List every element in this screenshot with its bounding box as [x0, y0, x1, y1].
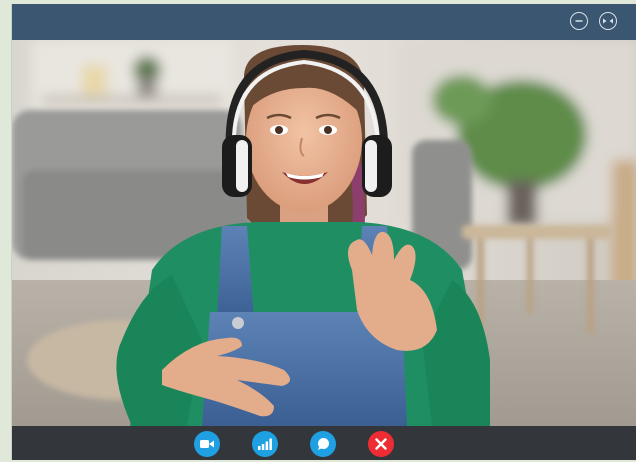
chat-button[interactable] [310, 431, 336, 457]
connection-quality-button[interactable] [252, 431, 278, 457]
video-camera-icon [200, 440, 214, 448]
end-call-button[interactable] [368, 431, 394, 457]
restore-button[interactable] [599, 12, 617, 30]
chat-bubble-icon [318, 438, 329, 450]
remote-participant-video [12, 40, 636, 426]
video-call-window [11, 4, 636, 460]
video-toggle-button[interactable] [194, 431, 220, 457]
title-bar [12, 4, 636, 40]
video-feed [12, 40, 636, 426]
minimize-icon [575, 20, 583, 22]
call-controls-bar [12, 426, 636, 460]
minimize-button[interactable] [570, 12, 588, 30]
signal-bars-icon [258, 438, 272, 450]
end-call-x-icon [375, 438, 387, 450]
restore-icon [603, 18, 613, 24]
